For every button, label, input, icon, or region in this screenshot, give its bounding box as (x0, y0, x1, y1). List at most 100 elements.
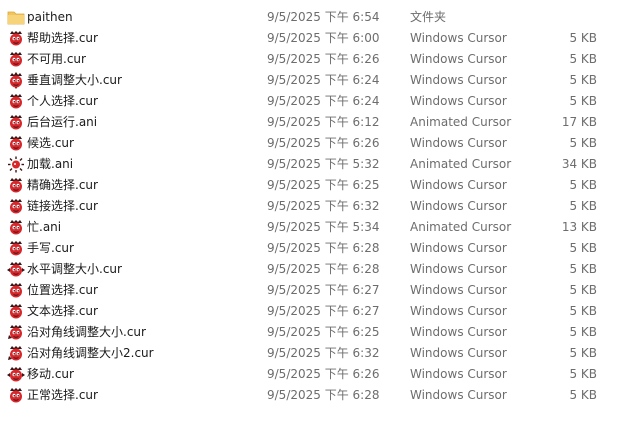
file-row[interactable]: 链接选择.cur 9/5/2025 下午 6:32 Windows Cursor 5 … (0, 196, 642, 217)
file-type: Windows Cursor (410, 178, 507, 192)
file-list: paithen 9/5/2025 下午 6:54 文件夹 帮助选择.cur 9/5/2… (0, 7, 642, 406)
cursor-icon (7, 282, 25, 299)
file-name: 精确选择.cur (27, 178, 98, 192)
file-name: paithen (27, 10, 73, 24)
file-name: 垂直调整大小.cur (27, 73, 122, 87)
file-row[interactable]: 移动.cur 9/5/2025 下午 6:26 Windows Cursor 5 KB (0, 364, 642, 385)
file-row[interactable]: 垂直调整大小.cur 9/5/2025 下午 6:24 Windows Cursor… (0, 70, 642, 91)
file-name: 忙.ani (27, 220, 62, 234)
file-date-modified: 9/5/2025 下午 6:54 (267, 10, 380, 24)
file-date-modified: 9/5/2025 下午 5:34 (267, 220, 380, 234)
file-row[interactable]: 位置选择.cur 9/5/2025 下午 6:27 Windows Cursor 5 … (0, 280, 642, 301)
file-size: 5 KB (569, 346, 597, 360)
file-size: 5 KB (569, 388, 597, 402)
file-name: 移动.cur (27, 367, 74, 381)
file-size: 5 KB (569, 31, 597, 45)
file-type: Windows Cursor (410, 241, 507, 255)
file-size: 17 KB (561, 115, 597, 129)
animated-cursor-icon (7, 114, 25, 131)
file-name: 水平调整大小.cur (27, 262, 122, 276)
file-date-modified: 9/5/2025 下午 6:24 (267, 73, 380, 87)
file-size: 5 KB (569, 52, 597, 66)
cursor-diagonal-icon (7, 324, 25, 341)
cursor-icon (7, 387, 25, 404)
file-row[interactable]: 候选.cur 9/5/2025 下午 6:26 Windows Cursor 5 KB (0, 133, 642, 154)
cursor-vertical-icon (7, 72, 25, 89)
file-type: Windows Cursor (410, 304, 507, 318)
cursor-icon (7, 51, 25, 68)
file-type: Windows Cursor (410, 325, 507, 339)
file-type: Windows Cursor (410, 367, 507, 381)
cursor-icon (7, 303, 25, 320)
cursor-icon (7, 135, 25, 152)
file-date-modified: 9/5/2025 下午 6:27 (267, 283, 380, 297)
cursor-horizontal-icon (7, 261, 25, 278)
file-date-modified: 9/5/2025 下午 6:32 (267, 346, 380, 360)
file-row[interactable]: 加载.ani 9/5/2025 下午 5:32 Animated Cursor 34 … (0, 154, 642, 175)
file-row[interactable]: 精确选择.cur 9/5/2025 下午 6:25 Windows Cursor 5 … (0, 175, 642, 196)
animated-cursor-icon (7, 219, 25, 236)
cursor-icon (7, 30, 25, 47)
file-row[interactable]: 文本选择.cur 9/5/2025 下午 6:27 Windows Cursor 5 … (0, 301, 642, 322)
file-date-modified: 9/5/2025 下午 6:12 (267, 115, 380, 129)
file-date-modified: 9/5/2025 下午 5:32 (267, 157, 380, 171)
file-type: Windows Cursor (410, 73, 507, 87)
file-date-modified: 9/5/2025 下午 6:25 (267, 178, 380, 192)
file-size: 5 KB (569, 241, 597, 255)
folder-icon (7, 9, 25, 26)
file-row[interactable]: 不可用.cur 9/5/2025 下午 6:26 Windows Cursor 5 K… (0, 49, 642, 70)
file-size: 13 KB (561, 220, 597, 234)
cursor-icon (7, 177, 25, 194)
file-type: Windows Cursor (410, 283, 507, 297)
file-name: 个人选择.cur (27, 94, 98, 108)
file-name: 沿对角线调整大小2.cur (27, 346, 154, 360)
file-row[interactable]: 帮助选择.cur 9/5/2025 下午 6:00 Windows Cursor 5 … (0, 28, 642, 49)
file-type: Windows Cursor (410, 52, 507, 66)
file-row[interactable]: 水平调整大小.cur 9/5/2025 下午 6:28 Windows Cursor… (0, 259, 642, 280)
file-name: 正常选择.cur (27, 388, 98, 402)
cursor-icon (7, 93, 25, 110)
file-type: 文件夹 (410, 10, 447, 24)
file-size: 34 KB (561, 157, 597, 171)
file-size: 5 KB (569, 178, 597, 192)
file-size: 5 KB (569, 199, 597, 213)
file-size: 5 KB (569, 73, 597, 87)
file-type: Windows Cursor (410, 199, 507, 213)
file-name: 链接选择.cur (27, 199, 98, 213)
cursor-move-icon (7, 366, 25, 383)
file-name: 沿对角线调整大小.cur (27, 325, 146, 339)
file-row[interactable]: 个人选择.cur 9/5/2025 下午 6:24 Windows Cursor 5 … (0, 91, 642, 112)
file-date-modified: 9/5/2025 下午 6:28 (267, 388, 380, 402)
file-type: Windows Cursor (410, 94, 507, 108)
file-name: 帮助选择.cur (27, 31, 98, 45)
file-date-modified: 9/5/2025 下午 6:26 (267, 136, 380, 150)
file-type: Windows Cursor (410, 388, 507, 402)
file-date-modified: 9/5/2025 下午 6:27 (267, 304, 380, 318)
file-date-modified: 9/5/2025 下午 6:00 (267, 31, 380, 45)
file-row[interactable]: paithen 9/5/2025 下午 6:54 文件夹 (0, 7, 642, 28)
file-name: 加载.ani (27, 157, 74, 171)
file-name: 不可用.cur (27, 52, 86, 66)
file-type: Animated Cursor (410, 220, 512, 234)
busy-cursor-icon (7, 156, 25, 173)
file-row[interactable]: 后台运行.ani 9/5/2025 下午 6:12 Animated Cursor 1… (0, 112, 642, 133)
file-date-modified: 9/5/2025 下午 6:26 (267, 367, 380, 381)
file-type: Windows Cursor (410, 136, 507, 150)
file-row[interactable]: 正常选择.cur 9/5/2025 下午 6:28 Windows Cursor 5 … (0, 385, 642, 406)
file-size: 5 KB (569, 325, 597, 339)
file-row[interactable]: 沿对角线调整大小.cur 9/5/2025 下午 6:25 Windows Curs… (0, 322, 642, 343)
file-size: 5 KB (569, 304, 597, 318)
file-size: 5 KB (569, 367, 597, 381)
file-type: Windows Cursor (410, 262, 507, 276)
file-type: Windows Cursor (410, 346, 507, 360)
file-date-modified: 9/5/2025 下午 6:32 (267, 199, 380, 213)
file-size: 5 KB (569, 283, 597, 297)
file-date-modified: 9/5/2025 下午 6:26 (267, 52, 380, 66)
file-name: 文本选择.cur (27, 304, 98, 318)
file-row[interactable]: 沿对角线调整大小2.cur 9/5/2025 下午 6:32 Windows Cur… (0, 343, 642, 364)
file-type: Animated Cursor (410, 115, 512, 129)
file-row[interactable]: 手写.cur 9/5/2025 下午 6:28 Windows Cursor 5 KB (0, 238, 642, 259)
file-size: 5 KB (569, 136, 597, 150)
file-name: 候选.cur (27, 136, 74, 150)
file-row[interactable]: 忙.ani 9/5/2025 下午 5:34 Animated Cursor 13 K… (0, 217, 642, 238)
